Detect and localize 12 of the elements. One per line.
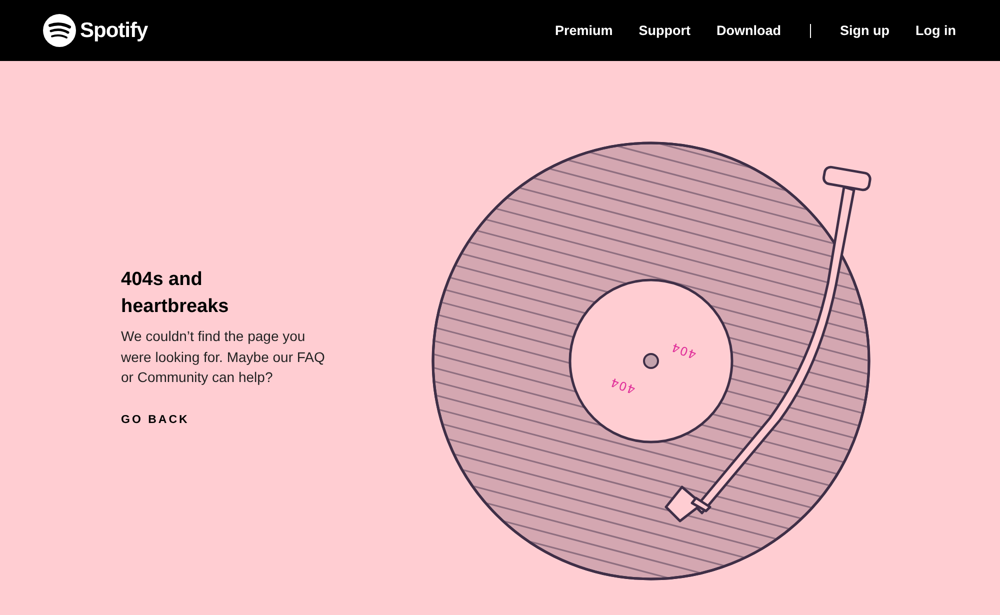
error-heading: 404s and heartbreaks xyxy=(121,268,230,319)
go-back-link[interactable]: GO BACK xyxy=(121,414,190,426)
record-label-text: 404 xyxy=(608,374,638,397)
nav-link[interactable]: Premium xyxy=(554,23,613,38)
error-message: We couldn’t find the page you were looking for. Maybe our FAQ or Community can help? xyxy=(121,327,325,387)
logo-wordmark[interactable]: Spotify xyxy=(80,18,148,42)
nav-link[interactable]: Log in xyxy=(916,23,956,38)
nav-link[interactable]: Download xyxy=(716,23,781,38)
logo-icon[interactable] xyxy=(43,14,76,47)
record-label-text: 404 xyxy=(669,340,698,362)
nav-link[interactable]: Sign up xyxy=(840,23,890,38)
nav-link[interactable]: Support xyxy=(638,23,690,38)
